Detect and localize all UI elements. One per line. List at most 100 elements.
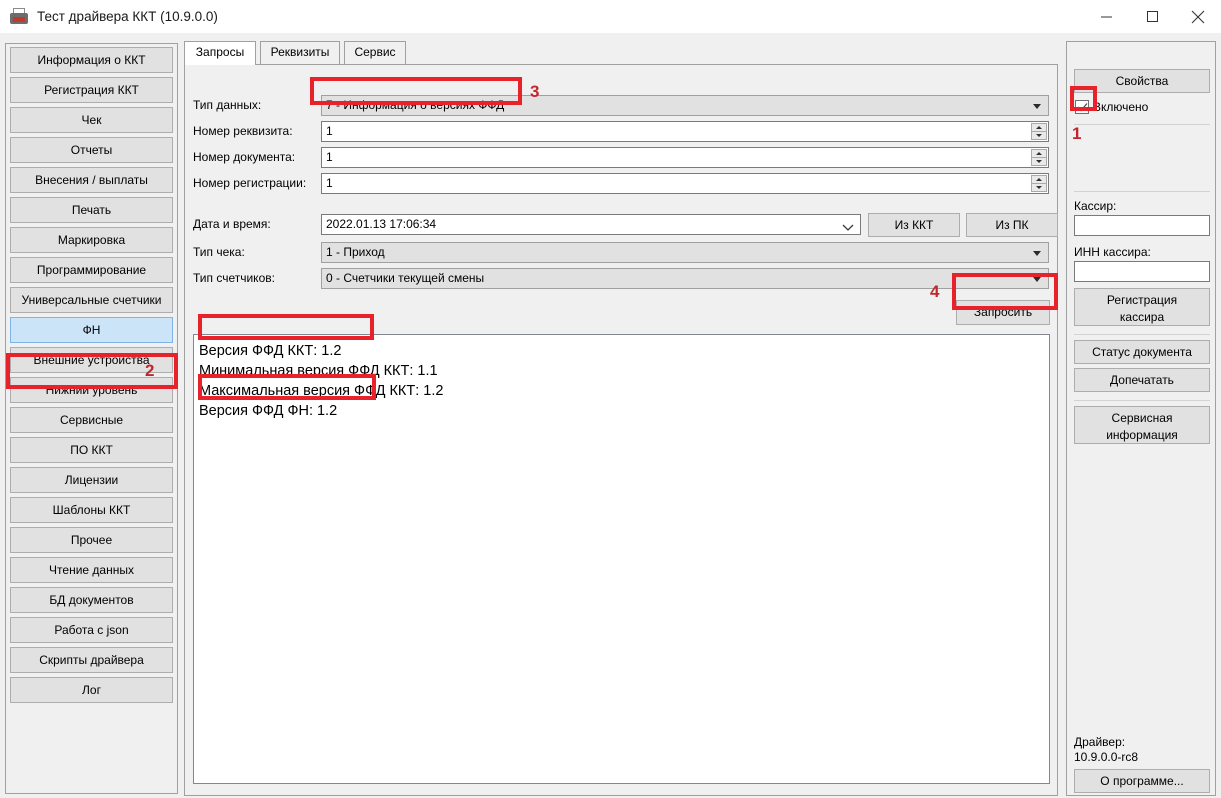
tab-2[interactable]: Сервис [344, 41, 406, 64]
sidebar-item-15[interactable]: Шаблоны ККТ [10, 497, 173, 523]
chevron-down-icon [1033, 277, 1041, 282]
window-controls [1083, 0, 1221, 33]
sidebar-item-4[interactable]: Внесения / выплаты [10, 167, 173, 193]
sidebar-item-16[interactable]: Прочее [10, 527, 173, 553]
driver-version: 10.9.0.0-rc8 [1074, 750, 1139, 764]
req-number-input[interactable]: 1 [321, 121, 1049, 142]
receipt-type-combo[interactable]: 1 - Приход [321, 242, 1049, 263]
cashier-inn-label: ИНН кассира: [1074, 245, 1151, 259]
doc-number-input[interactable]: 1 [321, 147, 1049, 168]
sidebar-item-14[interactable]: Лицензии [10, 467, 173, 493]
sidebar-item-13[interactable]: ПО ККТ [10, 437, 173, 463]
sidebar-item-8[interactable]: Универсальные счетчики [10, 287, 173, 313]
req-number-label: Номер реквизита: [193, 124, 293, 138]
sidebar-item-label: Чтение данных [49, 563, 134, 577]
sidebar-item-label: Лицензии [64, 473, 119, 487]
sidebar-item-label: Шаблоны ККТ [52, 503, 131, 517]
result-line-2: Минимальная версия ФФД ККТ: 1.1 [199, 363, 438, 379]
tab-label: Реквизиты [270, 45, 330, 59]
sidebar-item-fn[interactable]: ФН [10, 317, 173, 343]
sidebar-item-20[interactable]: Скрипты драйвера [10, 647, 173, 673]
from-kkt-button[interactable]: Из ККТ [868, 213, 960, 237]
sidebar-item-1[interactable]: Регистрация ККТ [10, 77, 173, 103]
minimize-icon[interactable] [1083, 0, 1129, 33]
row-receipt-type: Тип чека: 1 - Приход [193, 242, 1049, 263]
from-pc-button[interactable]: Из ПК [966, 213, 1058, 237]
maximize-icon[interactable] [1129, 0, 1175, 33]
result-line-1: Версия ФФД ККТ: 1.2 [199, 343, 342, 359]
divider [1074, 400, 1210, 401]
sidebar: Информация о ККТ Регистрация ККТ Чек Отчеты… [5, 43, 178, 794]
sidebar-item-3[interactable]: Отчеты [10, 137, 173, 163]
client-area: Информация о ККТ Регистрация ККТ Чек Отчеты… [0, 33, 1221, 798]
sidebar-item-label: Прочее [70, 533, 113, 547]
datetime-input[interactable]: 2022.01.13 17:06:34 [321, 214, 861, 235]
row-doc-number: Номер документа: 1 [193, 147, 1049, 168]
sidebar-item-18[interactable]: БД документов [10, 587, 173, 613]
data-type-value: 7 - Информация о версиях ФФД [326, 98, 505, 112]
doc-number-stepper[interactable] [1031, 149, 1047, 166]
receipt-type-label: Тип чека: [193, 245, 245, 259]
chevron-down-icon[interactable] [842, 220, 854, 231]
stepper-down-icon[interactable] [1031, 157, 1047, 166]
checkbox-checked-icon[interactable] [1075, 100, 1089, 114]
sidebar-item-label: Маркировка [57, 233, 126, 247]
reg-number-label: Номер регистрации: [193, 176, 307, 190]
req-number-stepper[interactable] [1031, 123, 1047, 140]
datetime-label: Дата и время: [193, 217, 271, 231]
stepper-up-icon[interactable] [1031, 175, 1047, 183]
cashier-inn-field[interactable] [1074, 261, 1210, 282]
reg-number-stepper[interactable] [1031, 175, 1047, 192]
counters-type-combo[interactable]: 0 - Счетчики текущей смены [321, 268, 1049, 289]
service-info-button[interactable]: Сервисная информация [1074, 406, 1210, 444]
enabled-checkbox[interactable]: Включено [1075, 98, 1148, 116]
sidebar-item-21[interactable]: Лог [10, 677, 173, 703]
result-line-4: Версия ФФД ФН: 1.2 [199, 403, 338, 419]
register-cashier-button[interactable]: Регистрация кассира [1074, 288, 1210, 326]
tab-0[interactable]: Запросы [184, 41, 256, 65]
sidebar-item-6[interactable]: Маркировка [10, 227, 173, 253]
reprint-button[interactable]: Допечатать [1074, 368, 1210, 392]
properties-button[interactable]: Свойства [1074, 69, 1210, 93]
sidebar-item-5[interactable]: Печать [10, 197, 173, 223]
sidebar-item-label: Лог [82, 683, 101, 697]
sidebar-item-17[interactable]: Чтение данных [10, 557, 173, 583]
reg-number-input[interactable]: 1 [321, 173, 1049, 194]
cashier-label: Кассир: [1074, 199, 1117, 213]
req-number-value: 1 [326, 124, 333, 138]
tab-label: Сервис [354, 45, 396, 59]
driver-label: Драйвер: [1074, 735, 1126, 749]
tab-1[interactable]: Реквизиты [260, 41, 340, 64]
sidebar-item-label: Нижний уровень [45, 383, 138, 397]
sidebar-item-label: Чек [81, 113, 102, 127]
doc-number-label: Номер документа: [193, 150, 296, 164]
cashier-field[interactable] [1074, 215, 1210, 236]
sidebar-item-label: ФН [82, 323, 101, 337]
counters-type-label: Тип счетчиков: [193, 271, 275, 285]
sidebar-item-label: Внешние устройства [33, 353, 150, 367]
datetime-value: 2022.01.13 17:06:34 [326, 217, 437, 231]
stepper-up-icon[interactable] [1031, 149, 1047, 157]
sidebar-item-19[interactable]: Работа с json [10, 617, 173, 643]
window-titlebar: Тест драйвера ККТ (10.9.0.0) [0, 0, 1221, 33]
sidebar-item-12[interactable]: Сервисные [10, 407, 173, 433]
sidebar-item-label: Отчеты [70, 143, 113, 157]
doc-number-value: 1 [326, 150, 333, 164]
sidebar-item-0[interactable]: Информация о ККТ [10, 47, 173, 73]
right-panel: Свойства Включено Кассир: ИНН кассира: Р… [1066, 41, 1216, 796]
data-type-label: Тип данных: [193, 98, 262, 112]
sidebar-item-7[interactable]: Программирование [10, 257, 173, 283]
document-status-button[interactable]: Статус документа [1074, 340, 1210, 364]
about-button[interactable]: О программе... [1074, 769, 1210, 793]
request-button[interactable]: Запросить [956, 300, 1050, 325]
sidebar-item-2[interactable]: Чек [10, 107, 173, 133]
data-type-combo[interactable]: 7 - Информация о версиях ФФД [321, 95, 1049, 116]
stepper-down-icon[interactable] [1031, 131, 1047, 140]
sidebar-item-label: Печать [71, 203, 112, 217]
stepper-down-icon[interactable] [1031, 183, 1047, 192]
result-output[interactable]: Версия ФФД ККТ: 1.2 Минимальная версия ФФ… [193, 334, 1050, 784]
stepper-up-icon[interactable] [1031, 123, 1047, 131]
sidebar-item-label: Программирование [36, 263, 147, 277]
close-icon[interactable] [1175, 0, 1221, 33]
main-panel: Запросы Реквизиты Сервис Тип данных: 7 - И… [184, 41, 1058, 796]
